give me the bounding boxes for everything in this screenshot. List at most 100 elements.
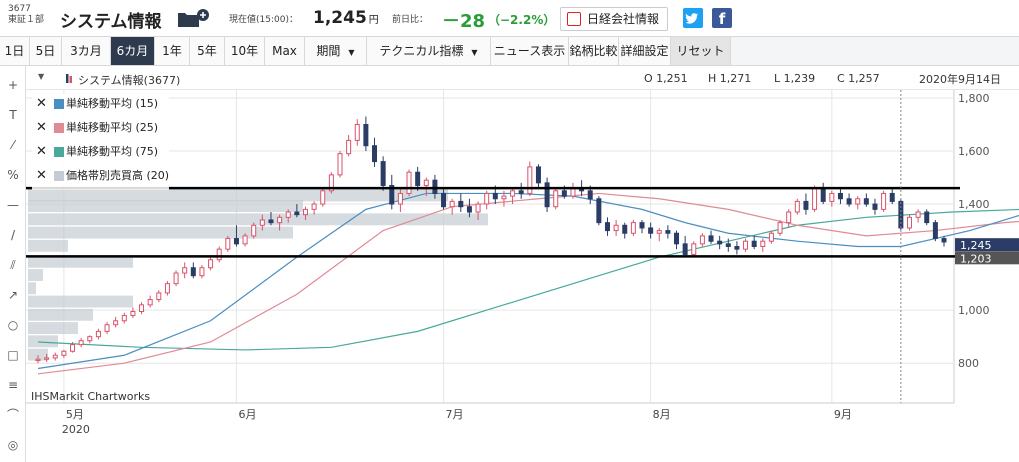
legend-item: ✕ 価格帯別売買高 (20) bbox=[32, 166, 170, 190]
candle-body bbox=[466, 206, 472, 213]
candle-body bbox=[544, 182, 550, 208]
candle-body bbox=[61, 350, 67, 356]
candle-body bbox=[475, 203, 481, 213]
legend-item: ✕ 単純移動平均 (25) bbox=[32, 118, 170, 142]
volume-profile-bar bbox=[28, 213, 488, 226]
y-tick-label: 1,400 bbox=[958, 198, 990, 211]
candle-body bbox=[527, 166, 533, 194]
candle-body bbox=[372, 145, 378, 163]
legend-item: ✕ 単純移動平均 (15) bbox=[32, 94, 170, 118]
candle-body bbox=[190, 267, 196, 277]
candle-body bbox=[622, 224, 628, 234]
y-tick-label: 1,800 bbox=[958, 92, 990, 105]
remove-indicator-icon[interactable]: ✕ bbox=[36, 94, 47, 114]
candle-body bbox=[44, 357, 50, 360]
candle-body bbox=[95, 330, 101, 338]
candle-body bbox=[320, 190, 326, 205]
candle-body bbox=[432, 179, 438, 194]
x-tick-label: 7月 bbox=[446, 408, 464, 421]
volume-profile-bar bbox=[28, 200, 303, 213]
candle-body bbox=[604, 222, 610, 232]
candle-body bbox=[268, 219, 274, 224]
candle-body bbox=[872, 203, 878, 210]
x-tick-year: 2020 bbox=[62, 423, 90, 436]
x-tick-label: 9月 bbox=[834, 408, 852, 421]
legend-label: 単純移動平均 (75) bbox=[66, 145, 159, 158]
volume-profile-bar bbox=[28, 282, 36, 295]
volume-profile-bar bbox=[28, 322, 78, 335]
candle-body bbox=[932, 222, 938, 240]
candle-body bbox=[380, 161, 386, 186]
candle-body bbox=[294, 211, 300, 216]
candle-body bbox=[596, 198, 602, 224]
x-tick-label: 5月 bbox=[66, 408, 84, 421]
candle-body bbox=[233, 238, 239, 245]
x-tick-label: 8月 bbox=[653, 408, 671, 421]
candle-body bbox=[820, 187, 826, 202]
candle-body bbox=[717, 240, 723, 245]
volume-profile-bar bbox=[28, 335, 58, 348]
candle-body bbox=[535, 166, 541, 184]
candle-body bbox=[553, 190, 559, 208]
legend-swatch bbox=[54, 123, 64, 133]
candle-body bbox=[156, 292, 162, 301]
candle-body bbox=[725, 243, 731, 248]
legend-swatch bbox=[54, 171, 64, 181]
candle-body bbox=[173, 272, 179, 285]
candle-body bbox=[881, 192, 887, 210]
y-tick-label: 1,000 bbox=[958, 304, 990, 317]
candle-body bbox=[216, 248, 222, 261]
y-tick-label: 1,600 bbox=[958, 145, 990, 158]
candle-body bbox=[708, 235, 714, 242]
candle-body bbox=[354, 123, 360, 141]
volume-profile-bar bbox=[28, 308, 93, 321]
candle-body bbox=[924, 211, 930, 224]
candle-body bbox=[52, 354, 58, 359]
candle-body bbox=[915, 211, 921, 218]
candle-body bbox=[639, 222, 645, 229]
candle-body bbox=[510, 190, 516, 197]
candle-body bbox=[104, 324, 110, 332]
candle-body bbox=[121, 314, 127, 322]
legend-label: 単純移動平均 (25) bbox=[66, 121, 159, 134]
candle-body bbox=[87, 336, 93, 342]
candle-body bbox=[829, 192, 835, 202]
candle-body bbox=[682, 243, 688, 255]
price-chart[interactable]: 8001,0001,2001,4001,6001,8005月20206月7月8月… bbox=[0, 0, 1019, 462]
candle-body bbox=[441, 192, 447, 208]
candle-body bbox=[691, 243, 697, 255]
candle-body bbox=[587, 190, 593, 200]
candle-body bbox=[337, 153, 343, 176]
volume-profile-bar bbox=[28, 269, 43, 281]
candle-body bbox=[492, 192, 498, 200]
candle-body bbox=[855, 198, 861, 205]
candle-body bbox=[397, 192, 403, 205]
candle-body bbox=[164, 283, 170, 294]
candle-body bbox=[812, 187, 818, 210]
x-tick-label: 6月 bbox=[238, 408, 256, 421]
candle-body bbox=[199, 267, 205, 277]
remove-indicator-icon[interactable]: ✕ bbox=[36, 142, 47, 162]
volume-profile-bar bbox=[28, 295, 133, 308]
volume-profile-bar bbox=[28, 255, 133, 268]
candle-body bbox=[656, 230, 662, 234]
candle-body bbox=[415, 171, 421, 186]
candle-body bbox=[78, 340, 84, 346]
candle-body bbox=[208, 259, 214, 269]
candle-body bbox=[906, 216, 912, 229]
candle-body bbox=[889, 192, 895, 202]
candle-body bbox=[285, 211, 291, 218]
candle-body bbox=[734, 246, 740, 250]
candle-body bbox=[743, 240, 749, 250]
candle-body bbox=[225, 238, 231, 250]
remove-indicator-icon[interactable]: ✕ bbox=[36, 166, 47, 186]
remove-indicator-icon[interactable]: ✕ bbox=[36, 118, 47, 138]
chart-credit: IHSMarkit Chartworks bbox=[31, 390, 150, 403]
candle-body bbox=[130, 310, 136, 316]
candle-body bbox=[501, 195, 507, 200]
candle-body bbox=[251, 224, 257, 237]
candle-body bbox=[139, 304, 145, 312]
candle-body bbox=[648, 227, 654, 234]
legend-swatch bbox=[54, 99, 64, 109]
candle-body bbox=[760, 240, 766, 248]
